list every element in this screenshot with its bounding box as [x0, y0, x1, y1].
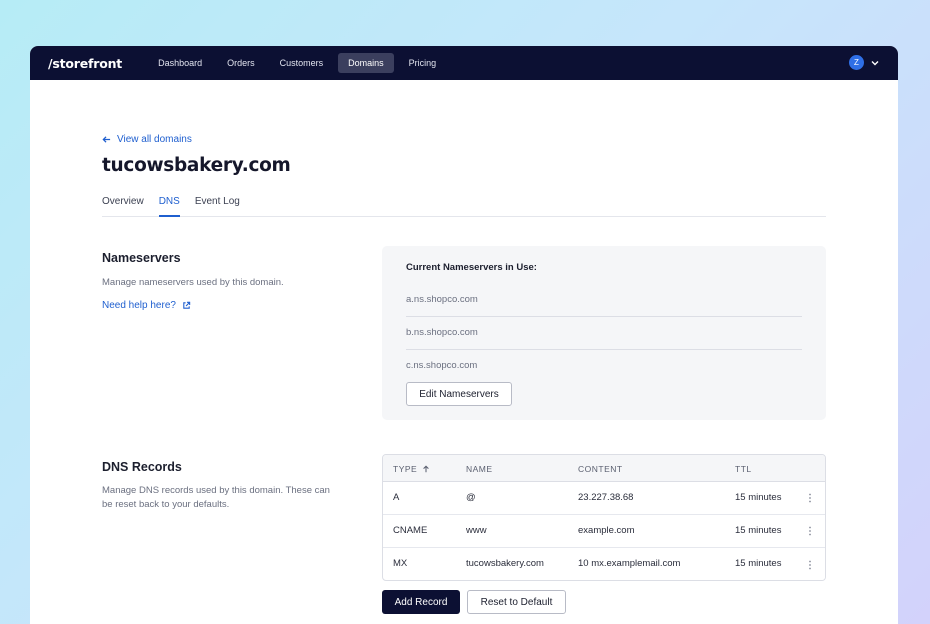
dns-records-description: Manage DNS records used by this domain. … [102, 485, 330, 510]
column-content[interactable]: CONTENT [578, 464, 623, 474]
more-options-icon[interactable] [795, 515, 825, 547]
table-row: A @ 23.227.38.68 15 minutes [383, 482, 825, 515]
user-menu[interactable]: Z [849, 55, 880, 70]
tab-dns[interactable]: DNS [158, 194, 180, 217]
column-type-label: TYPE [393, 464, 418, 474]
record-ttl: 15 minutes [735, 525, 782, 536]
tab-event-log[interactable]: Event Log [195, 194, 240, 217]
dns-records-table: TYPE NAME CONTENT TTL A @ 23.227.38.68 1… [382, 454, 826, 581]
add-record-button[interactable]: Add Record [382, 590, 460, 614]
back-link[interactable]: View all domains [102, 134, 192, 145]
chevron-down-icon[interactable] [870, 58, 880, 68]
table-header: TYPE NAME CONTENT TTL [383, 455, 825, 482]
record-ttl: 15 minutes [735, 492, 782, 503]
tab-bar: Overview DNS Event Log [102, 194, 826, 217]
nameserver-item: a.ns.shopco.com [406, 284, 802, 317]
nav-domains[interactable]: Domains [338, 53, 394, 73]
nameservers-card: Current Nameservers in Use: a.ns.shopco.… [382, 246, 826, 420]
arrow-left-icon [102, 136, 111, 143]
help-link[interactable]: Need help here? [102, 300, 191, 311]
nameserver-item: c.ns.shopco.com [406, 360, 478, 371]
nav-orders[interactable]: Orders [217, 53, 265, 73]
record-name: tucowsbakery.com [466, 558, 544, 569]
table-row: MX tucowsbakery.com 10 mx.examplemail.co… [383, 548, 825, 580]
nameservers-card-heading: Current Nameservers in Use: [406, 262, 537, 273]
column-ttl[interactable]: TTL [735, 464, 752, 474]
tab-overview[interactable]: Overview [102, 194, 144, 217]
sort-ascending-icon [423, 465, 429, 473]
record-ttl: 15 minutes [735, 558, 782, 569]
column-type[interactable]: TYPE [393, 464, 430, 474]
help-link-label: Need help here? [102, 300, 176, 311]
record-content: example.com [578, 525, 635, 536]
nav-customers[interactable]: Customers [270, 53, 334, 73]
record-name: www [466, 525, 487, 536]
more-options-icon[interactable] [795, 548, 825, 580]
nameservers-description: Manage nameservers used by this domain. [102, 277, 284, 288]
nav-dashboard[interactable]: Dashboard [148, 53, 212, 73]
more-options-icon[interactable] [795, 482, 825, 514]
dns-records-title: DNS Records [102, 460, 182, 474]
avatar[interactable]: Z [849, 55, 864, 70]
record-type: A [393, 492, 400, 503]
record-content: 10 mx.examplemail.com [578, 558, 681, 569]
record-name: @ [466, 492, 476, 503]
nameservers-title: Nameservers [102, 251, 181, 265]
table-row: CNAME www example.com 15 minutes [383, 515, 825, 548]
record-type: CNAME [393, 525, 428, 536]
nav-pricing[interactable]: Pricing [399, 53, 447, 73]
column-name[interactable]: NAME [466, 464, 493, 474]
record-type: MX [393, 558, 408, 569]
back-link-label: View all domains [117, 134, 192, 145]
app-window: /storefront Dashboard Orders Customers D… [30, 46, 898, 624]
edit-nameservers-button[interactable]: Edit Nameservers [406, 382, 512, 406]
record-content: 23.227.38.68 [578, 492, 634, 503]
external-link-icon [183, 301, 191, 309]
brand-logo[interactable]: /storefront [48, 56, 122, 71]
page-title: tucowsbakery.com [102, 155, 291, 176]
nameserver-item: b.ns.shopco.com [406, 317, 802, 350]
reset-to-default-button[interactable]: Reset to Default [467, 590, 566, 614]
top-navbar: /storefront Dashboard Orders Customers D… [30, 46, 898, 80]
